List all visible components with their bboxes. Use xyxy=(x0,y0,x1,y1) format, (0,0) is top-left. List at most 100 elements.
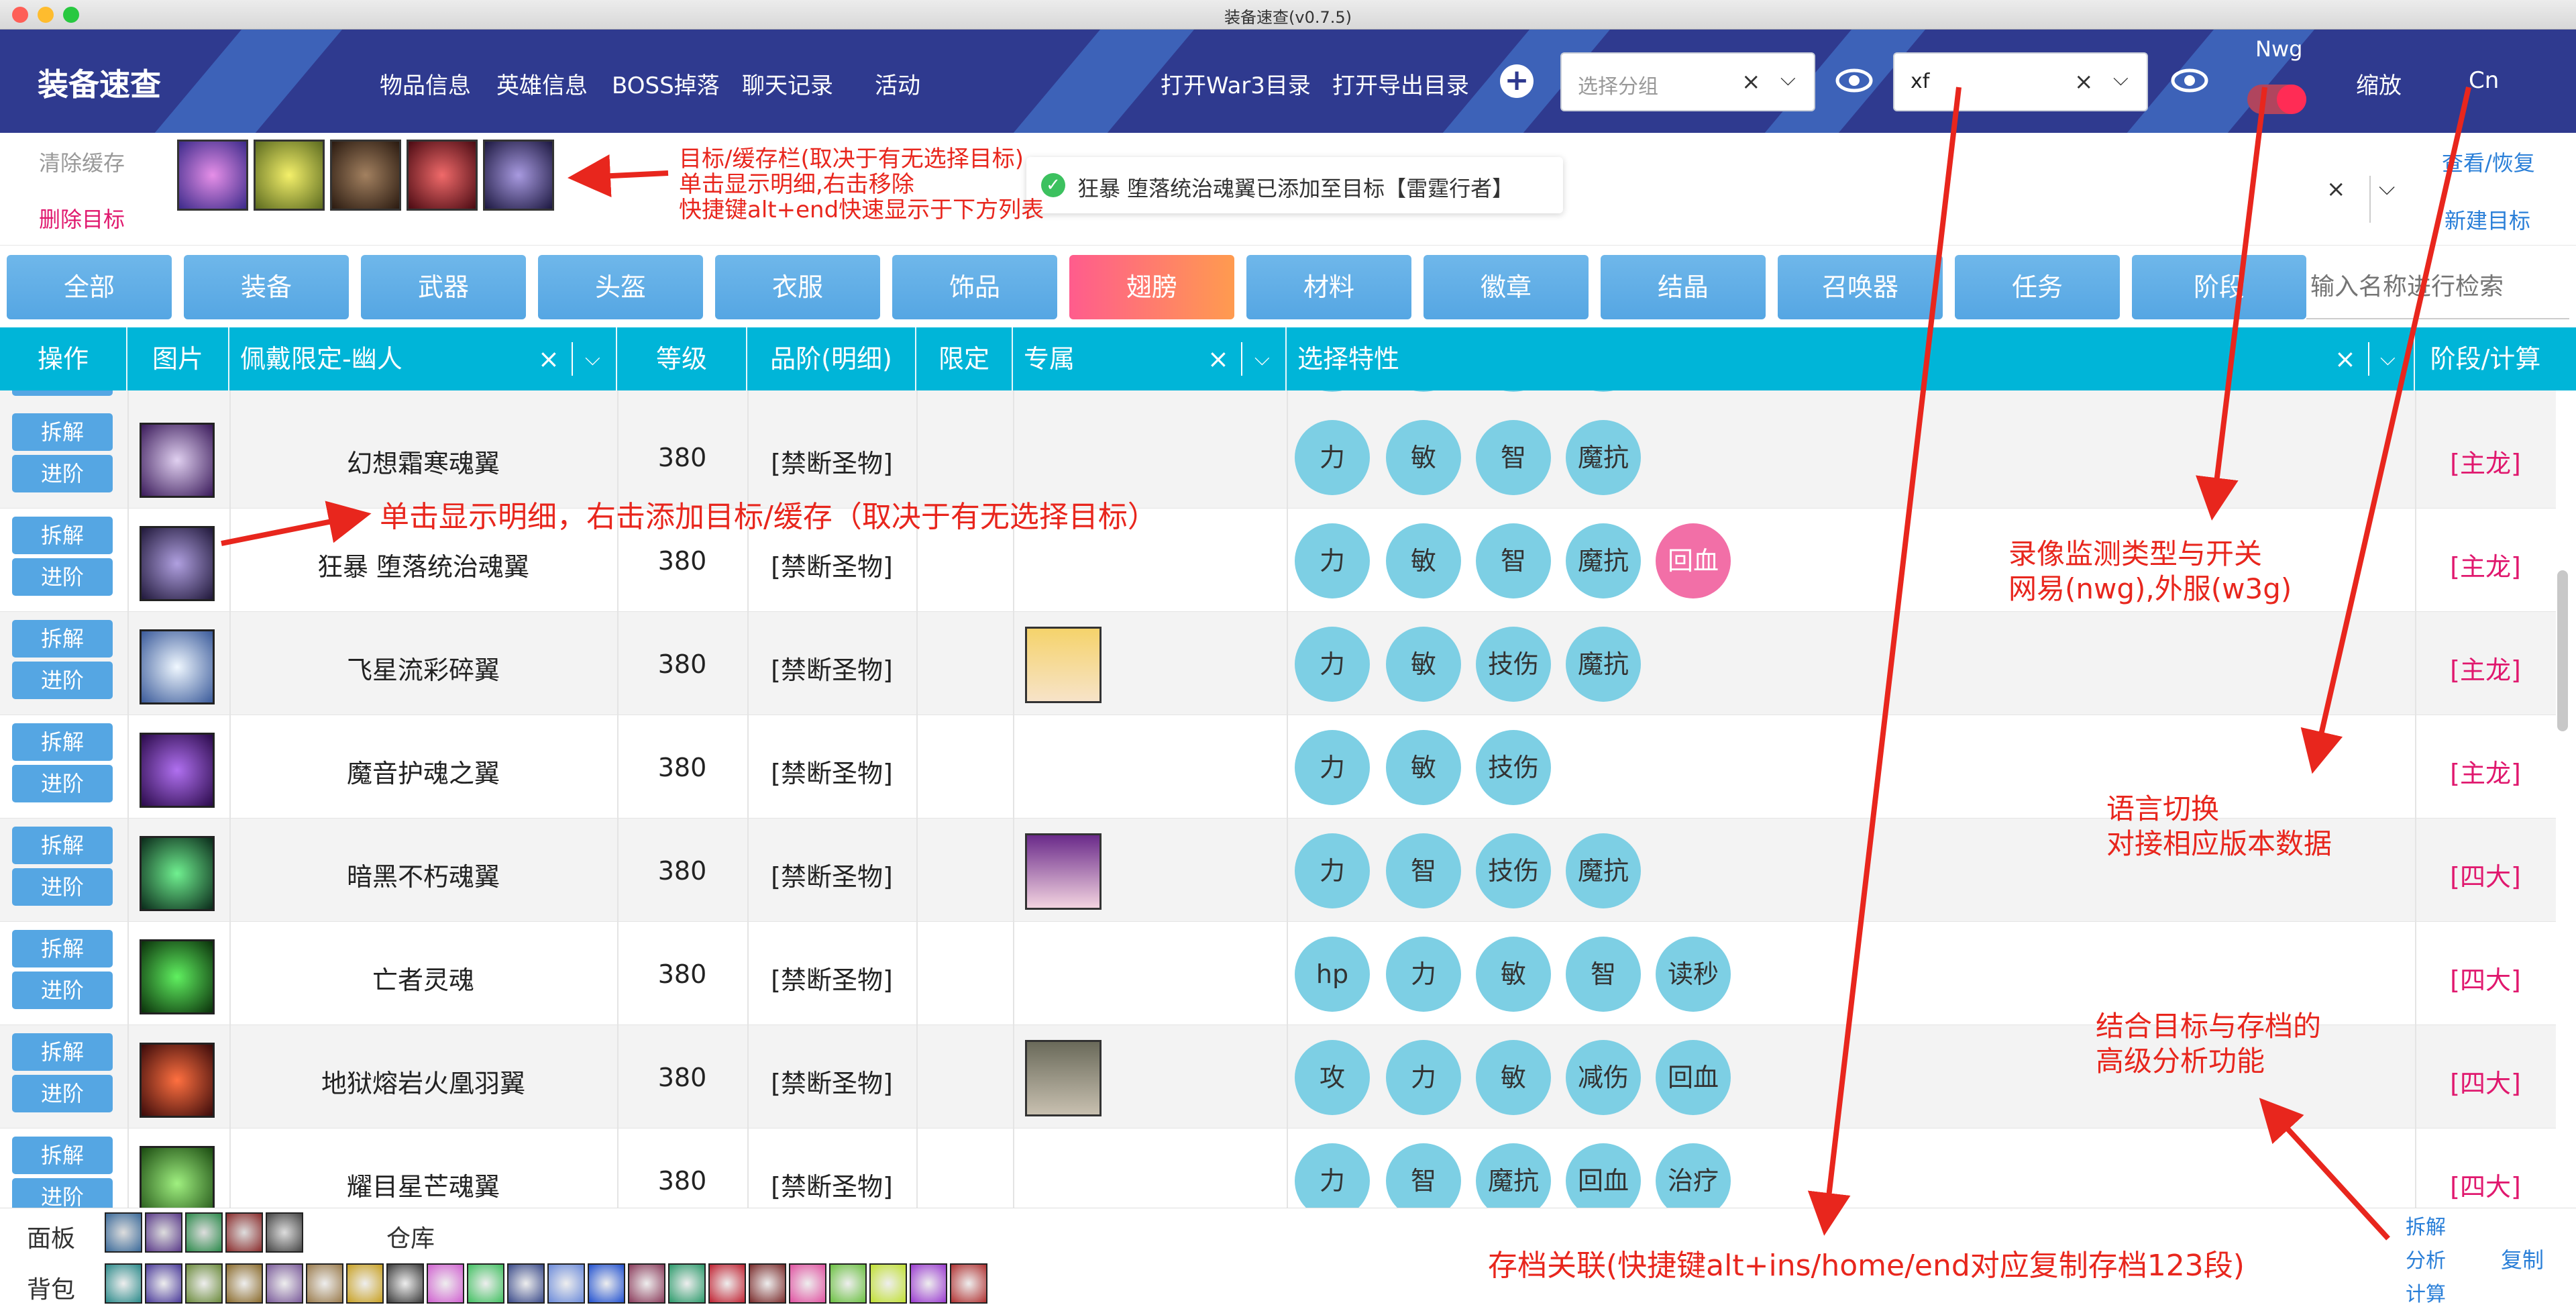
split-button[interactable]: 拆解 xyxy=(12,413,113,451)
nav-item-boss-drops[interactable]: BOSS掉落 xyxy=(612,67,720,100)
bag-slot-icon[interactable] xyxy=(588,1263,625,1304)
warehouse-tab[interactable]: 仓库 xyxy=(386,1219,435,1254)
open-war3-dir-button[interactable]: 打开War3目录 xyxy=(1161,67,1311,100)
advance-button[interactable]: 进阶 xyxy=(12,662,113,699)
trait-chip[interactable]: 敏 xyxy=(1476,1040,1551,1115)
trait-chip[interactable]: 智 xyxy=(1566,937,1641,1012)
table-row[interactable]: 拆解 进阶 耀目星芒魂翼 380 [禁断圣物] 力智魔抗 回血 治疗 [四大] xyxy=(0,1129,2556,1208)
item-name[interactable]: 魔音护魂之翼 xyxy=(229,753,617,790)
exclusive-hero-portrait[interactable] xyxy=(1025,627,1102,703)
category-crystal[interactable]: 结晶 xyxy=(1601,255,1766,319)
advance-button[interactable]: 进阶 xyxy=(12,868,113,906)
category-wings[interactable]: 翅膀 xyxy=(1069,255,1234,319)
item-name[interactable]: 亡者灵魂 xyxy=(229,959,617,996)
bag-slot-icon[interactable] xyxy=(628,1263,665,1304)
bag-slot-icon[interactable] xyxy=(386,1263,424,1304)
nav-item-activity[interactable]: 活动 xyxy=(875,67,920,100)
trait-chip[interactable]: 技伤 xyxy=(1476,730,1551,805)
trait-chip[interactable]: 技伤 xyxy=(1476,627,1551,702)
trait-chip[interactable]: 魔抗 xyxy=(1476,1143,1551,1208)
category-quest[interactable]: 任务 xyxy=(1955,255,2120,319)
advance-button[interactable]: 进阶 xyxy=(12,765,113,802)
bag-slot-icon[interactable] xyxy=(869,1263,907,1304)
advance-button[interactable]: 进阶 xyxy=(12,455,113,492)
eye-icon[interactable] xyxy=(2171,67,2208,94)
advance-button[interactable]: 进阶 xyxy=(12,558,113,596)
trait-chip[interactable]: 读秒 xyxy=(1656,937,1731,1012)
item-name[interactable]: 狂暴 堕落统治魂翼 xyxy=(229,546,617,583)
zoom-button[interactable]: 缩放 xyxy=(2356,67,2402,100)
trait-chip[interactable]: 力 xyxy=(1295,833,1370,908)
item-name[interactable]: 飞星流彩碎翼 xyxy=(229,649,617,686)
table-row[interactable]: 拆解 进阶 飞星流彩碎翼 380 [禁断圣物] 力敏技伤 魔抗 [主龙] xyxy=(0,612,2556,715)
panel-tab[interactable]: 面板 xyxy=(27,1219,75,1254)
nav-item-chat-log[interactable]: 聊天记录 xyxy=(742,67,833,100)
dark-wing-icon[interactable] xyxy=(140,526,215,601)
green-feather-icon[interactable] xyxy=(140,1146,215,1208)
trait-chip[interactable]: 智 xyxy=(1386,1143,1461,1208)
advance-button[interactable]: 进阶 xyxy=(12,1075,113,1112)
target-slot-icon[interactable] xyxy=(483,140,554,211)
category-clothes[interactable]: 衣服 xyxy=(715,255,880,319)
save-select[interactable]: xf × ⌵ xyxy=(1893,52,2148,111)
trait-chip[interactable]: 智 xyxy=(1476,523,1551,598)
nav-item-items[interactable]: 物品信息 xyxy=(380,67,471,100)
trait-chip[interactable]: 力 xyxy=(1295,1143,1370,1208)
header-wear-filter[interactable]: 佩戴限定-幽人 × ⌵ xyxy=(229,327,617,390)
chevron-down-icon[interactable]: ⌵ xyxy=(2380,327,2396,390)
eye-icon[interactable] xyxy=(1835,67,1873,94)
trait-chip[interactable]: 敏 xyxy=(1476,937,1551,1012)
split-button[interactable]: 拆解 xyxy=(12,930,113,967)
delete-target-button[interactable]: 删除目标 xyxy=(39,203,125,233)
skull-icon[interactable] xyxy=(140,423,215,498)
category-material[interactable]: 材料 xyxy=(1246,255,1411,319)
item-name[interactable]: 地狱熔岩火凰羽翼 xyxy=(229,1063,617,1100)
panel-slot-icon[interactable] xyxy=(225,1212,263,1253)
clear-cache-button[interactable]: 清除缓存 xyxy=(39,146,125,177)
trait-chip[interactable]: 魔抗 xyxy=(1566,627,1641,702)
bag-slot-icon[interactable] xyxy=(668,1263,706,1304)
purple-cape-icon[interactable] xyxy=(140,733,215,808)
advance-button[interactable]: 进阶 xyxy=(12,1178,113,1208)
target-slot-icon[interactable] xyxy=(254,140,325,211)
split-button[interactable]: 拆解 xyxy=(12,1137,113,1174)
trait-chip[interactable]: 力 xyxy=(1295,523,1370,598)
split-button[interactable]: 拆解 xyxy=(12,723,113,761)
trait-chip[interactable]: 敏 xyxy=(1386,420,1461,495)
split-button[interactable]: 拆解 xyxy=(12,1033,113,1071)
trait-chip[interactable]: 技伤 xyxy=(1476,833,1551,908)
trait-chip[interactable]: hp xyxy=(1295,937,1370,1012)
panel-slot-icon[interactable] xyxy=(145,1212,182,1253)
chevron-down-icon[interactable]: ⌵ xyxy=(1254,327,1270,390)
clear-icon[interactable]: × xyxy=(2334,327,2356,390)
bag-slot-icon[interactable] xyxy=(910,1263,947,1304)
trait-chip[interactable]: 敏 xyxy=(1386,523,1461,598)
trait-chip[interactable]: 力 xyxy=(1386,1040,1461,1115)
category-helmet[interactable]: 头盔 xyxy=(538,255,703,319)
header-traits-filter[interactable]: 选择特性 × ⌵ xyxy=(1287,327,2415,390)
split-analysis-calc-button[interactable]: 拆解 分析 计算 xyxy=(2399,1211,2453,1311)
clear-icon[interactable]: × xyxy=(538,327,559,390)
table-scrollbar[interactable] xyxy=(2557,570,2568,731)
nav-item-heroes[interactable]: 英雄信息 xyxy=(496,67,588,100)
item-name[interactable]: 耀目星芒魂翼 xyxy=(229,1166,617,1203)
panel-slot-icon[interactable] xyxy=(185,1212,223,1253)
trait-chip[interactable]: 治疗 xyxy=(1656,1143,1731,1208)
green-skull-icon[interactable] xyxy=(140,836,215,911)
copy-button[interactable]: 复制 xyxy=(2501,1243,2544,1274)
recording-toggle[interactable] xyxy=(2247,85,2306,114)
category-summoner[interactable]: 召唤器 xyxy=(1778,255,1943,319)
clear-icon[interactable]: × xyxy=(2326,176,2346,203)
category-accessory[interactable]: 饰品 xyxy=(892,255,1057,319)
clear-icon[interactable]: × xyxy=(1741,68,1761,95)
category-all[interactable]: 全部 xyxy=(7,255,172,319)
group-select[interactable]: 选择分组 × ⌵ xyxy=(1560,52,1815,111)
chevron-down-icon[interactable]: ⌵ xyxy=(2379,174,2395,201)
trait-chip[interactable]: 力 xyxy=(1386,937,1461,1012)
category-stage[interactable]: 阶段 xyxy=(2132,255,2306,319)
trait-chip[interactable]: 回血 xyxy=(1656,1040,1731,1115)
trait-chip[interactable]: 魔抗 xyxy=(1566,523,1641,598)
language-switch[interactable]: Cn xyxy=(2469,67,2499,94)
bag-slot-icon[interactable] xyxy=(749,1263,786,1304)
trait-chip[interactable]: 智 xyxy=(1386,833,1461,908)
